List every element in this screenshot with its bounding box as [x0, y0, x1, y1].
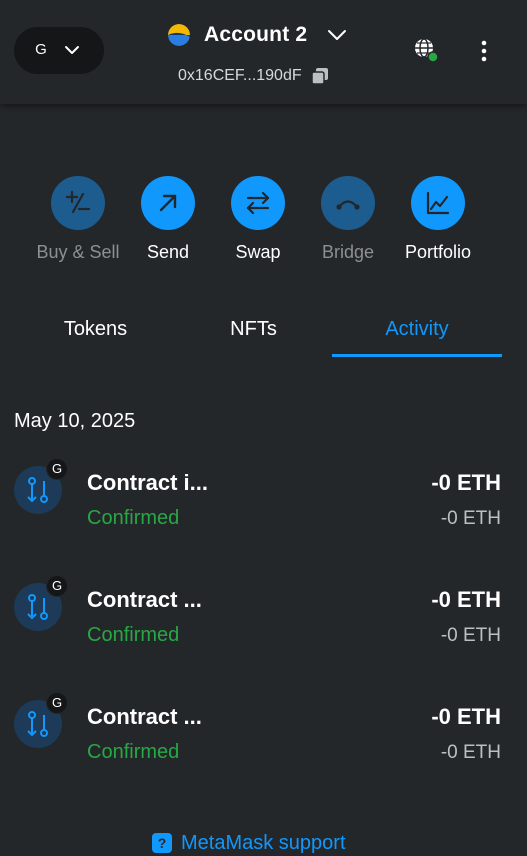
portfolio-label: Portfolio [404, 242, 472, 262]
transaction-title: Contract ... [87, 704, 202, 729]
transaction-title: Contract i... [87, 470, 209, 495]
account-name: Account 2 [204, 23, 308, 46]
asset-tabs: Tokens NFTs Activity [14, 306, 502, 358]
copy-icon[interactable] [310, 67, 329, 85]
tab-tokens[interactable]: Tokens [14, 306, 177, 354]
transaction-amount: -0 ETH [431, 704, 501, 729]
metamask-support-link[interactable]: ? MetaMask support [152, 830, 346, 856]
network-badge: G [46, 575, 68, 597]
transaction-secondary-amount: -0 ETH [440, 625, 501, 646]
wallet-actions: Buy & Sell Send Swap Bridge Portfolio [0, 176, 527, 276]
transaction-secondary-amount: -0 ETH [440, 508, 501, 529]
swap-circle [231, 176, 285, 230]
globe-icon [415, 38, 439, 63]
list-item[interactable]: G Contract ... Confirmed -0 ETH -0 ETH [0, 692, 527, 786]
transaction-icon: G [14, 575, 68, 633]
account-avatar-icon [168, 24, 190, 46]
buy-sell-circle [51, 176, 105, 230]
tab-activity[interactable]: Activity [332, 306, 502, 357]
transaction-icon: G [14, 692, 68, 750]
account-address: 0x16CEF...190dF [178, 64, 329, 88]
activity-date-heading: May 10, 2025 [14, 410, 136, 432]
transaction-status: Confirmed [87, 741, 180, 763]
chart-icon [426, 191, 450, 215]
list-item[interactable]: G Contract ... Confirmed -0 ETH -0 ETH [0, 575, 527, 669]
transaction-title: Contract ... [87, 587, 202, 612]
network-badge: G [46, 458, 68, 480]
kebab-menu-icon[interactable] [475, 38, 493, 64]
chevron-down-icon [65, 46, 79, 54]
network-badge: G [46, 692, 68, 714]
account-menu-button[interactable]: Account 2 [168, 20, 347, 50]
transaction-amount: -0 ETH [431, 470, 501, 495]
bridge-circle [321, 176, 375, 230]
transaction-icon: G [14, 458, 68, 516]
arrow-up-right-icon [159, 194, 177, 212]
network-selector[interactable]: G [14, 27, 104, 74]
transaction-status: Confirmed [87, 624, 180, 646]
transaction-status: Confirmed [87, 507, 180, 529]
plus-minus-icon [65, 190, 91, 214]
network-avatar: G [35, 41, 47, 58]
swap-arrows-icon [246, 191, 270, 215]
portfolio-circle [411, 176, 465, 230]
chevron-down-icon [328, 30, 347, 40]
send-circle [141, 176, 195, 230]
connected-sites-button[interactable] [412, 36, 440, 64]
app-header: G Account 2 0x16CEF...190dF [0, 0, 527, 104]
support-link-label: MetaMask support [181, 831, 346, 854]
transaction-amount: -0 ETH [431, 587, 501, 612]
transaction-secondary-amount: -0 ETH [440, 742, 501, 763]
list-item[interactable]: G Contract i... Confirmed -0 ETH -0 ETH [0, 458, 527, 552]
address-text: 0x16CEF...190dF [178, 67, 302, 84]
portfolio-button[interactable]: Portfolio [383, 176, 493, 263]
question-icon: ? [152, 833, 172, 853]
bridge-icon [336, 200, 360, 210]
tab-nfts[interactable]: NFTs [172, 306, 335, 354]
